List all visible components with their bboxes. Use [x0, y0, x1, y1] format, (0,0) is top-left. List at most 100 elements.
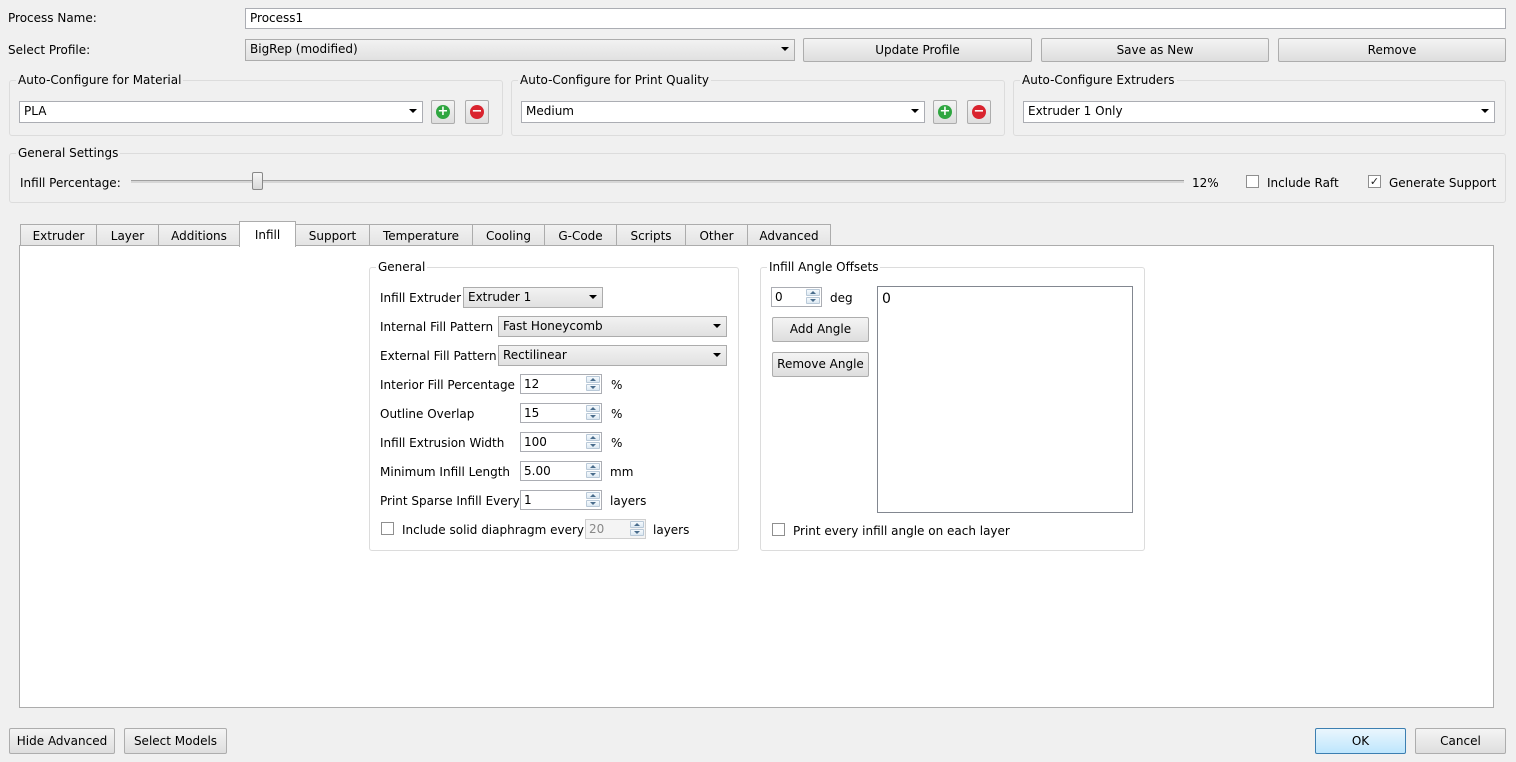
spin-up-icon[interactable]	[806, 289, 820, 296]
external-fill-pattern-select[interactable]: Rectilinear	[498, 345, 727, 366]
chevron-down-icon	[713, 324, 721, 328]
auto-extruders-title: Auto-Configure Extruders	[1020, 73, 1177, 87]
list-item[interactable]: 0	[882, 291, 1128, 307]
infill-extruder-select[interactable]: Extruder 1	[463, 287, 603, 308]
infill-slider-track[interactable]	[131, 180, 1184, 183]
angle-unit: deg	[830, 291, 853, 305]
solid-diaphragm-label: Include solid diaphragm every	[402, 523, 585, 537]
outline-overlap-unit: %	[611, 407, 623, 421]
profile-select-value: BigRep (modified)	[250, 42, 358, 56]
interior-fill-percentage-unit: %	[611, 378, 623, 392]
spin-up-icon[interactable]	[586, 376, 600, 383]
infill-general-title: General	[376, 260, 428, 274]
interior-fill-percentage-value: 12	[524, 377, 540, 391]
spin-down-icon[interactable]	[586, 500, 600, 507]
spin-down-icon[interactable]	[586, 413, 600, 420]
ok-button[interactable]: OK	[1315, 728, 1406, 754]
save-as-new-button[interactable]: Save as New	[1041, 38, 1269, 62]
minus-icon: −	[470, 104, 484, 119]
tab-layer[interactable]: Layer	[96, 224, 159, 246]
quality-select-value: Medium	[526, 104, 574, 118]
tab-temperature[interactable]: Temperature	[369, 224, 473, 246]
solid-diaphragm-stepper[interactable]: 20	[585, 519, 646, 539]
include-raft-label: Include Raft	[1267, 176, 1339, 190]
every-angle-each-layer-checkbox[interactable]	[772, 523, 785, 536]
outline-overlap-stepper[interactable]: 15	[520, 403, 602, 423]
cancel-button[interactable]: Cancel	[1415, 728, 1506, 754]
spin-up-icon[interactable]	[586, 405, 600, 412]
print-sparse-infill-stepper[interactable]: 1	[520, 490, 602, 510]
internal-fill-pattern-label: Internal Fill Pattern	[380, 320, 494, 334]
plus-icon: +	[436, 104, 450, 119]
tab-other[interactable]: Other	[685, 224, 748, 246]
spin-up-icon[interactable]	[630, 521, 644, 528]
minimum-infill-length-value: 5.00	[524, 464, 551, 478]
include-raft-checkbox[interactable]	[1246, 175, 1259, 188]
spin-up-icon[interactable]	[586, 463, 600, 470]
external-fill-pattern-label: External Fill Pattern	[380, 349, 497, 363]
extruders-select[interactable]: Extruder 1 Only	[1023, 101, 1495, 123]
add-angle-button[interactable]: Add Angle	[772, 317, 869, 342]
plus-icon: +	[938, 104, 952, 119]
hide-advanced-button[interactable]: Hide Advanced	[9, 728, 115, 754]
spin-up-icon[interactable]	[586, 434, 600, 441]
minimum-infill-length-stepper[interactable]: 5.00	[520, 461, 602, 481]
remove-angle-button[interactable]: Remove Angle	[772, 352, 869, 377]
remove-profile-button[interactable]: Remove	[1278, 38, 1506, 62]
infill-extrusion-width-stepper[interactable]: 100	[520, 432, 602, 452]
generate-support-checkbox[interactable]: ✓	[1368, 175, 1381, 188]
interior-fill-percentage-stepper[interactable]: 12	[520, 374, 602, 394]
infill-percentage-value: 12%	[1192, 176, 1219, 190]
chevron-down-icon	[589, 295, 597, 299]
print-sparse-infill-label: Print Sparse Infill Every	[380, 494, 520, 508]
process-name-input[interactable]: Process1	[245, 8, 1506, 29]
add-quality-button[interactable]: +	[933, 100, 957, 124]
tab-infill[interactable]: Infill	[239, 221, 296, 247]
auto-material-title: Auto-Configure for Material	[16, 73, 184, 87]
spin-down-icon[interactable]	[630, 529, 644, 536]
remove-material-button[interactable]: −	[465, 100, 489, 124]
minus-icon: −	[972, 104, 986, 119]
minimum-infill-length-label: Minimum Infill Length	[380, 465, 511, 479]
interior-fill-percentage-label: Interior Fill Percentage	[380, 378, 515, 392]
chevron-down-icon	[713, 353, 721, 357]
chevron-down-icon	[781, 47, 789, 51]
spin-down-icon[interactable]	[586, 471, 600, 478]
tab-additions[interactable]: Additions	[158, 224, 240, 246]
tab-gcode[interactable]: G-Code	[544, 224, 617, 246]
spin-down-icon[interactable]	[806, 297, 820, 304]
general-settings-title: General Settings	[16, 146, 121, 160]
spin-down-icon[interactable]	[586, 442, 600, 449]
add-material-button[interactable]: +	[431, 100, 455, 124]
tab-scripts[interactable]: Scripts	[616, 224, 686, 246]
infill-slider-handle[interactable]	[251, 172, 263, 190]
solid-diaphragm-unit: layers	[653, 523, 690, 537]
infill-tab-panel	[19, 245, 1494, 708]
external-fill-pattern-value: Rectilinear	[503, 348, 567, 362]
angle-list[interactable]: 0	[877, 286, 1133, 513]
tab-cooling[interactable]: Cooling	[472, 224, 545, 246]
solid-diaphragm-value: 20	[589, 522, 605, 536]
spin-up-icon[interactable]	[586, 492, 600, 499]
angle-value-stepper[interactable]: 0	[771, 287, 822, 307]
remove-quality-button[interactable]: −	[967, 100, 991, 124]
internal-fill-pattern-select[interactable]: Fast Honeycomb	[498, 316, 727, 337]
every-angle-each-layer-label: Print every infill angle on each layer	[793, 524, 1010, 538]
select-models-button[interactable]: Select Models	[124, 728, 227, 754]
minimum-infill-length-unit: mm	[610, 465, 634, 479]
internal-fill-pattern-value: Fast Honeycomb	[503, 319, 603, 333]
solid-diaphragm-checkbox[interactable]	[381, 522, 394, 535]
profile-select[interactable]: BigRep (modified)	[245, 39, 795, 61]
material-select[interactable]: PLA	[19, 101, 423, 123]
print-sparse-infill-value: 1	[524, 493, 532, 507]
infill-extrusion-width-unit: %	[611, 436, 623, 450]
chevron-down-icon	[409, 109, 417, 113]
tab-support[interactable]: Support	[295, 224, 370, 246]
update-profile-button[interactable]: Update Profile	[803, 38, 1032, 62]
spin-down-icon[interactable]	[586, 384, 600, 391]
tab-advanced[interactable]: Advanced	[747, 224, 831, 246]
infill-percentage-label: Infill Percentage:	[20, 176, 121, 190]
quality-select[interactable]: Medium	[521, 101, 925, 123]
tab-extruder[interactable]: Extruder	[20, 224, 97, 246]
infill-extrusion-width-label: Infill Extrusion Width	[380, 436, 505, 450]
